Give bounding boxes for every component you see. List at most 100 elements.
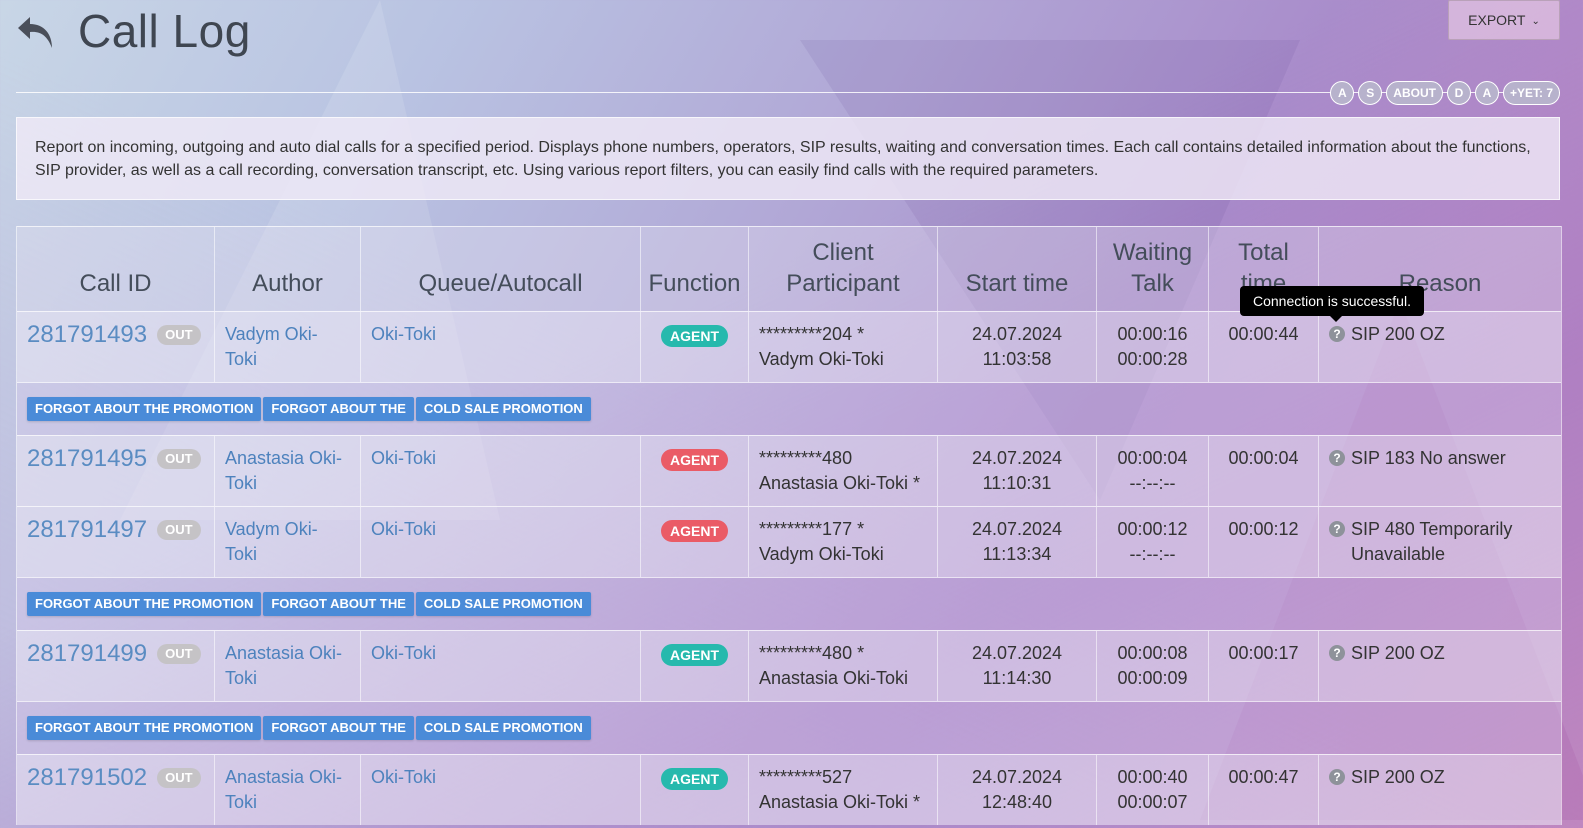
chevron-down-icon: ⌄ [1531, 15, 1540, 27]
function-badge: AGENT [661, 325, 728, 347]
participant-name: Anastasia Oki-Toki * [759, 473, 921, 493]
talk-time: 00:00:07 [1117, 792, 1188, 812]
queue-link[interactable]: Oki-Toki [371, 767, 436, 787]
col-function[interactable]: Function [641, 227, 749, 311]
reason-text: SIP 200 OZ [1351, 767, 1445, 787]
tag-list: A S ABOUT D A +YET: 7 [1330, 81, 1560, 105]
total-time: 00:00:47 [1228, 767, 1299, 787]
help-icon[interactable]: ? [1329, 769, 1345, 785]
reason-text: SIP 200 OZ [1351, 324, 1445, 344]
back-arrow-icon[interactable] [16, 14, 56, 52]
call-id-link[interactable]: 281791493 [27, 322, 147, 347]
total-time: 00:00:12 [1228, 519, 1299, 539]
promo-tag-row: FORGOT ABOUT THE PROMOTION FORGOT ABOUT … [17, 382, 1561, 435]
table-row[interactable]: 281791497 OUT Vadym Oki- Toki Oki-Toki AGE… [17, 506, 1561, 577]
client-number: *********204 * [759, 324, 865, 344]
start-date: 24.07.2024 [971, 643, 1063, 663]
waiting-time: 00:00:04 [1117, 448, 1188, 468]
start-time: 11:03:58 [982, 349, 1052, 369]
report-description: Report on incoming, outgoing and auto di… [16, 117, 1560, 200]
start-time: 11:10:31 [982, 473, 1052, 493]
reason-text: SIP 183 No answer [1351, 448, 1506, 468]
function-badge: AGENT [661, 520, 728, 542]
call-id-link[interactable]: 281791497 [27, 517, 147, 542]
call-id-link[interactable]: 281791502 [27, 765, 147, 790]
tag-pill[interactable]: ABOUT [1386, 81, 1443, 105]
queue-link[interactable]: Oki-Toki [371, 519, 436, 539]
total-time: 00:00:17 [1228, 643, 1299, 663]
promo-tag[interactable]: FORGOT ABOUT THE [263, 397, 414, 421]
tooltip: Connection is successful. [1240, 286, 1424, 322]
promo-tag[interactable]: FORGOT ABOUT THE PROMOTION [27, 397, 262, 421]
promo-tag[interactable]: FORGOT ABOUT THE [263, 592, 414, 616]
col-waiting-talk[interactable]: Waiting Talk [1097, 227, 1209, 311]
reason-text: SIP 200 OZ [1351, 643, 1445, 663]
promo-tag[interactable]: COLD SALE PROMOTION [415, 716, 591, 740]
start-date: 24.07.2024 [971, 519, 1063, 539]
start-date: 24.07.2024 [971, 767, 1063, 787]
more-tags-pill[interactable]: +YET: 7 [1502, 81, 1560, 105]
author-link[interactable]: Anastasia Oki- Toki [225, 767, 342, 812]
tag-pill[interactable]: A [1330, 81, 1355, 105]
call-id-link[interactable]: 281791499 [27, 641, 147, 666]
header-divider [16, 92, 1560, 93]
author-link[interactable]: Vadym Oki- Toki [225, 519, 318, 564]
participant-name: Anastasia Oki-Toki [759, 668, 909, 688]
page-title: Call Log [78, 5, 251, 57]
client-number: *********480 [759, 448, 853, 468]
author-link[interactable]: Anastasia Oki- Toki [225, 643, 342, 688]
col-call-id[interactable]: Call ID [17, 227, 215, 311]
call-id-link[interactable]: 281791495 [27, 446, 147, 471]
promo-tag[interactable]: FORGOT ABOUT THE PROMOTION [27, 716, 262, 740]
waiting-time: 00:00:12 [1117, 519, 1188, 539]
promo-tag[interactable]: COLD SALE PROMOTION [415, 397, 591, 421]
participant-name: Vadym Oki-Toki [759, 349, 884, 369]
author-link[interactable]: Anastasia Oki- Toki [225, 448, 342, 493]
direction-badge: OUT [157, 448, 201, 469]
function-badge: AGENT [661, 644, 728, 666]
table-row[interactable]: 281791495 OUT Anastasia Oki- Toki Oki-Toki… [17, 435, 1561, 506]
col-queue[interactable]: Queue/Autocall [361, 227, 641, 311]
talk-time: 00:00:28 [1117, 349, 1188, 369]
participant-name: Anastasia Oki-Toki * [759, 792, 921, 812]
reason-text: SIP 480 Temporarily Unavailable [1351, 519, 1513, 564]
author-link[interactable]: Vadym Oki- Toki [225, 324, 318, 369]
promo-tag[interactable]: FORGOT ABOUT THE PROMOTION [27, 592, 262, 616]
function-badge: AGENT [661, 449, 728, 471]
tag-pill[interactable]: D [1446, 81, 1471, 105]
start-time: 11:13:34 [982, 544, 1052, 564]
queue-link[interactable]: Oki-Toki [371, 448, 436, 468]
waiting-time: 00:00:40 [1117, 767, 1188, 787]
col-start-time[interactable]: Start time [938, 227, 1097, 311]
waiting-time: 00:00:16 [1117, 324, 1188, 344]
promo-tag[interactable]: FORGOT ABOUT THE [263, 716, 414, 740]
queue-link[interactable]: Oki-Toki [371, 643, 436, 663]
col-client[interactable]: Client Participant [749, 227, 938, 311]
tag-pill[interactable]: S [1358, 81, 1383, 105]
direction-badge: OUT [157, 324, 201, 345]
export-button[interactable]: EXPORT ⌄ [1448, 0, 1560, 40]
table-row[interactable]: 281791502 OUT Anastasia Oki- Toki Oki-Toki… [17, 754, 1561, 825]
talk-time: 00:00:09 [1117, 668, 1188, 688]
talk-time: --:--:-- [1129, 473, 1176, 493]
start-date: 24.07.2024 [971, 324, 1063, 344]
queue-link[interactable]: Oki-Toki [371, 324, 436, 344]
table-row[interactable]: 281791499 OUT Anastasia Oki- Toki Oki-Toki… [17, 630, 1561, 701]
help-icon[interactable]: ? [1329, 521, 1345, 537]
help-icon[interactable]: ? [1329, 450, 1345, 466]
promo-tag[interactable]: COLD SALE PROMOTION [415, 592, 591, 616]
client-number: *********480 * [759, 643, 865, 663]
client-number: *********177 * [759, 519, 865, 539]
direction-badge: OUT [157, 519, 201, 540]
tag-pill[interactable]: A [1474, 81, 1499, 105]
export-label: EXPORT [1468, 12, 1526, 28]
help-icon[interactable]: ? [1329, 326, 1345, 342]
promo-tag-row: FORGOT ABOUT THE PROMOTION FORGOT ABOUT … [17, 701, 1561, 754]
col-author[interactable]: Author [215, 227, 361, 311]
direction-badge: OUT [157, 643, 201, 664]
help-icon[interactable]: ? [1329, 645, 1345, 661]
client-number: *********527 [759, 767, 853, 787]
direction-badge: OUT [157, 767, 201, 788]
promo-tag-row: FORGOT ABOUT THE PROMOTION FORGOT ABOUT … [17, 577, 1561, 630]
total-time: 00:00:44 [1228, 324, 1299, 344]
